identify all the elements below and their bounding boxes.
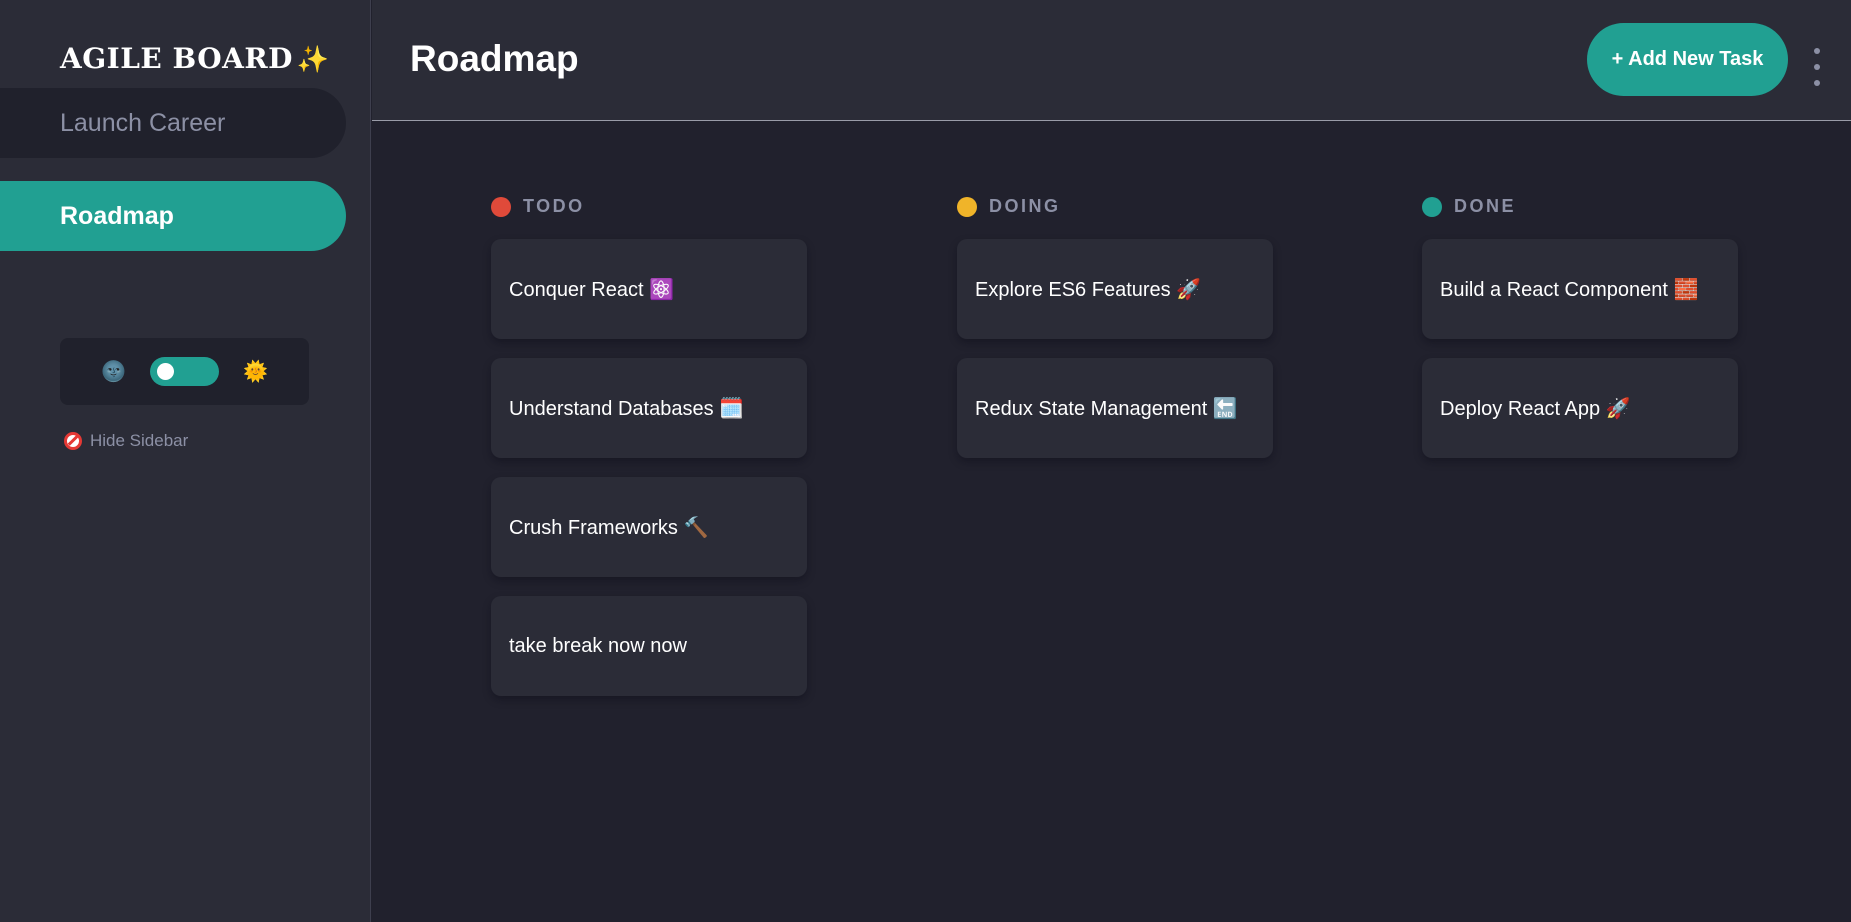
sparkle-icon: ✨	[296, 45, 330, 75]
task-title: Deploy React App 🚀	[1440, 397, 1631, 420]
status-dot	[957, 196, 977, 217]
add-new-task-button[interactable]: + Add New Task	[1587, 23, 1788, 96]
task-card[interactable]: Understand Databases 🗓️	[491, 358, 807, 458]
status-dot	[491, 196, 511, 217]
task-card[interactable]: Deploy React App 🚀	[1422, 358, 1738, 458]
status-dot	[1422, 196, 1442, 217]
top-header: Roadmap + Add New Task	[372, 0, 1851, 121]
sidebar: AGILE BOARD ✨ Launch Career Roadmap 🌚 🌞 H…	[0, 0, 371, 922]
column-header: DONE	[1422, 196, 1738, 217]
task-title: Conquer React ⚛️	[509, 278, 674, 301]
hide-sidebar-button[interactable]: Hide Sidebar	[64, 431, 188, 451]
sidebar-item-label: Launch Career	[60, 108, 226, 137]
page-title: Roadmap	[410, 38, 579, 79]
switch-knob	[157, 363, 174, 380]
column-doing: DOING Explore ES6 Features 🚀 Redux State…	[957, 196, 1273, 477]
sun-icon: 🌞	[243, 360, 268, 383]
sidebar-item-label: Roadmap	[60, 201, 174, 230]
task-card[interactable]: take break now now	[491, 596, 807, 696]
column-header: TODO	[491, 196, 807, 217]
task-card[interactable]: Conquer React ⚛️	[491, 239, 807, 339]
sidebar-item-launch-career[interactable]: Launch Career	[0, 88, 346, 158]
theme-switch[interactable]	[150, 357, 219, 386]
task-card[interactable]: Redux State Management 🔚	[957, 358, 1273, 458]
hide-sidebar-label: Hide Sidebar	[90, 431, 189, 450]
sidebar-item-roadmap[interactable]: Roadmap	[0, 181, 346, 251]
task-title: Understand Databases 🗓️	[509, 397, 745, 420]
column-todo: TODO Conquer React ⚛️ Understand Databas…	[491, 196, 807, 715]
task-title: Build a React Component 🧱	[1440, 278, 1699, 301]
task-title: Crush Frameworks 🔨	[509, 516, 709, 539]
task-card[interactable]: Build a React Component 🧱	[1422, 239, 1738, 339]
task-title: take break now now	[509, 634, 687, 657]
logo-text: AGILE BOARD	[60, 42, 293, 75]
task-title: Explore ES6 Features 🚀	[975, 278, 1202, 301]
column-header: DOING	[957, 196, 1273, 217]
task-card[interactable]: Crush Frameworks 🔨	[491, 477, 807, 577]
more-options-icon[interactable]	[1811, 48, 1823, 86]
column-title: DONE	[1454, 196, 1517, 216]
hide-icon	[64, 432, 82, 450]
theme-toggle-panel: 🌚 🌞	[60, 338, 309, 405]
app-logo: AGILE BOARD ✨	[60, 42, 330, 75]
task-card[interactable]: Explore ES6 Features 🚀	[957, 239, 1273, 339]
task-title: Redux State Management 🔚	[975, 397, 1238, 420]
column-done: DONE Build a React Component 🧱 Deploy Re…	[1422, 196, 1738, 477]
column-title: TODO	[523, 196, 585, 216]
dark-moon-icon: 🌚	[101, 360, 126, 383]
column-title: DOING	[989, 196, 1061, 216]
